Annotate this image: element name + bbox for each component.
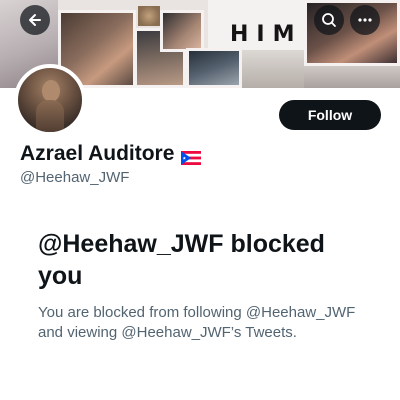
puerto-rico-flag-icon bbox=[181, 147, 202, 165]
avatar-head bbox=[42, 80, 60, 102]
arrow-left-icon bbox=[27, 12, 43, 28]
search-icon bbox=[321, 12, 337, 28]
banner-photo-panel bbox=[304, 66, 400, 88]
back-button[interactable] bbox=[20, 5, 50, 35]
blocked-title: @Heehaw_JWF blocked you bbox=[38, 230, 325, 290]
profile-handle: @Heehaw_JWF bbox=[20, 169, 130, 186]
follow-button[interactable]: Follow bbox=[279, 100, 381, 130]
more-horizontal-icon bbox=[357, 12, 373, 28]
more-button[interactable] bbox=[350, 5, 380, 35]
display-name-text: Azrael Auditore bbox=[20, 142, 175, 165]
banner-photo-panel bbox=[242, 50, 306, 88]
banner-photo-panel bbox=[138, 6, 160, 26]
banner-text: HIM bbox=[230, 22, 303, 47]
profile-display-name: Azrael Auditore bbox=[20, 142, 202, 166]
search-button[interactable] bbox=[314, 5, 344, 35]
banner-photo-panel bbox=[160, 10, 204, 52]
profile-avatar[interactable] bbox=[14, 64, 86, 136]
blocked-message: You are blocked from following @Heehaw_J… bbox=[38, 304, 356, 341]
avatar-body bbox=[36, 100, 64, 132]
banner-photo-panel bbox=[186, 48, 242, 88]
